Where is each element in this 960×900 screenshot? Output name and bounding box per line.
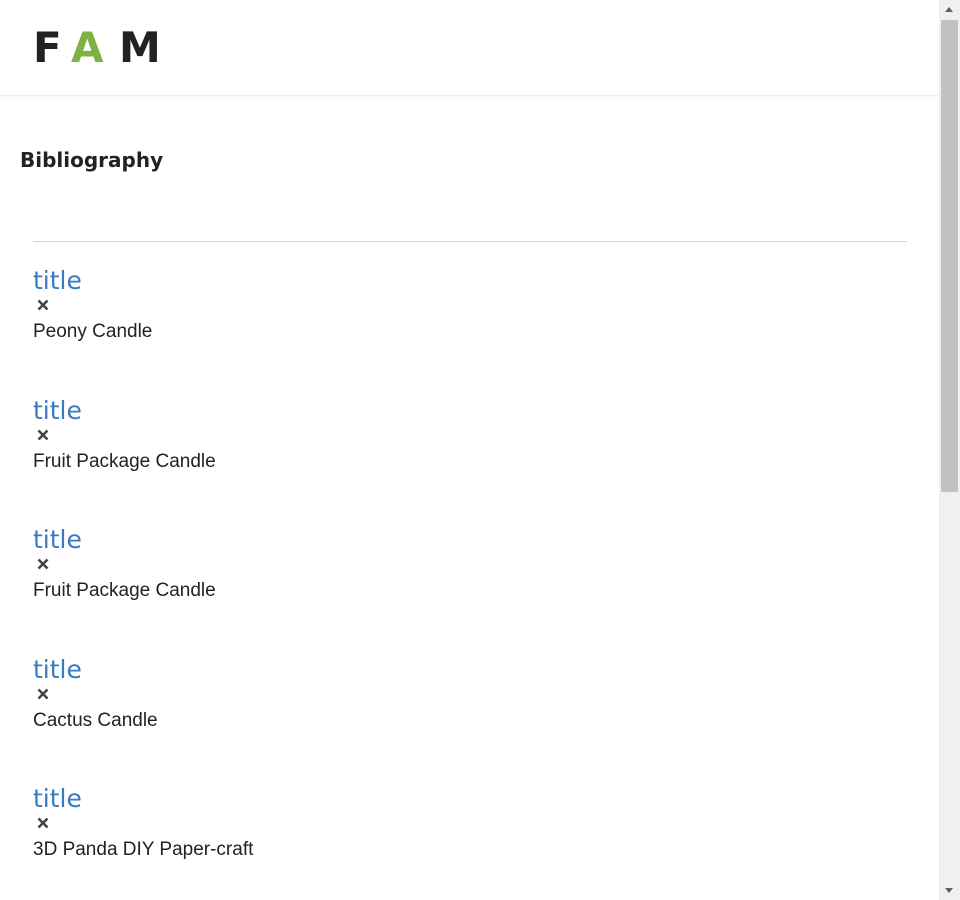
scroll-down-arrow-icon[interactable] [939,880,960,900]
list-item: title Fruit Package Candle [33,395,907,525]
logo-letter-m: M [119,23,161,72]
close-icon[interactable] [35,556,51,572]
close-icon[interactable] [35,686,51,702]
close-icon[interactable] [35,297,51,313]
header-bar: F A M [0,0,939,96]
item-title-link[interactable]: title [33,654,82,686]
item-name: Peony Candle [33,321,153,342]
page-viewport: F A M Bibliography title Peony Candle ti… [0,0,939,900]
list-item: title Peony Candle [33,265,907,395]
item-name: 3D Panda DIY Paper-craft [33,839,254,860]
bibliography-list: title Peony Candle title Fruit Package C… [33,265,907,900]
logo-letter-f: F [33,23,62,72]
logo[interactable]: F A M [33,24,161,72]
list-item: title Cactus Candle [33,654,907,784]
scroll-up-arrow-icon[interactable] [939,0,960,20]
item-title-link[interactable]: title [33,524,82,556]
list-item: title Fruit Package Candle [33,524,907,654]
item-name: Cactus Candle [33,709,158,731]
item-title-link[interactable]: title [33,395,82,427]
list-item: title 3D Panda DIY Paper-craft [33,783,907,900]
item-title-link[interactable]: title [33,783,82,815]
scrollbar-thumb[interactable] [941,20,958,492]
close-icon[interactable] [35,427,51,443]
vertical-scrollbar[interactable] [939,0,960,900]
divider [33,241,907,242]
item-name: Fruit Package Candle [33,580,216,601]
item-title-link[interactable]: title [33,265,82,297]
item-name: Fruit Package Candle [33,450,216,472]
close-icon[interactable] [35,815,51,831]
page-title: Bibliography [20,148,164,172]
logo-letter-a: A [71,23,104,72]
